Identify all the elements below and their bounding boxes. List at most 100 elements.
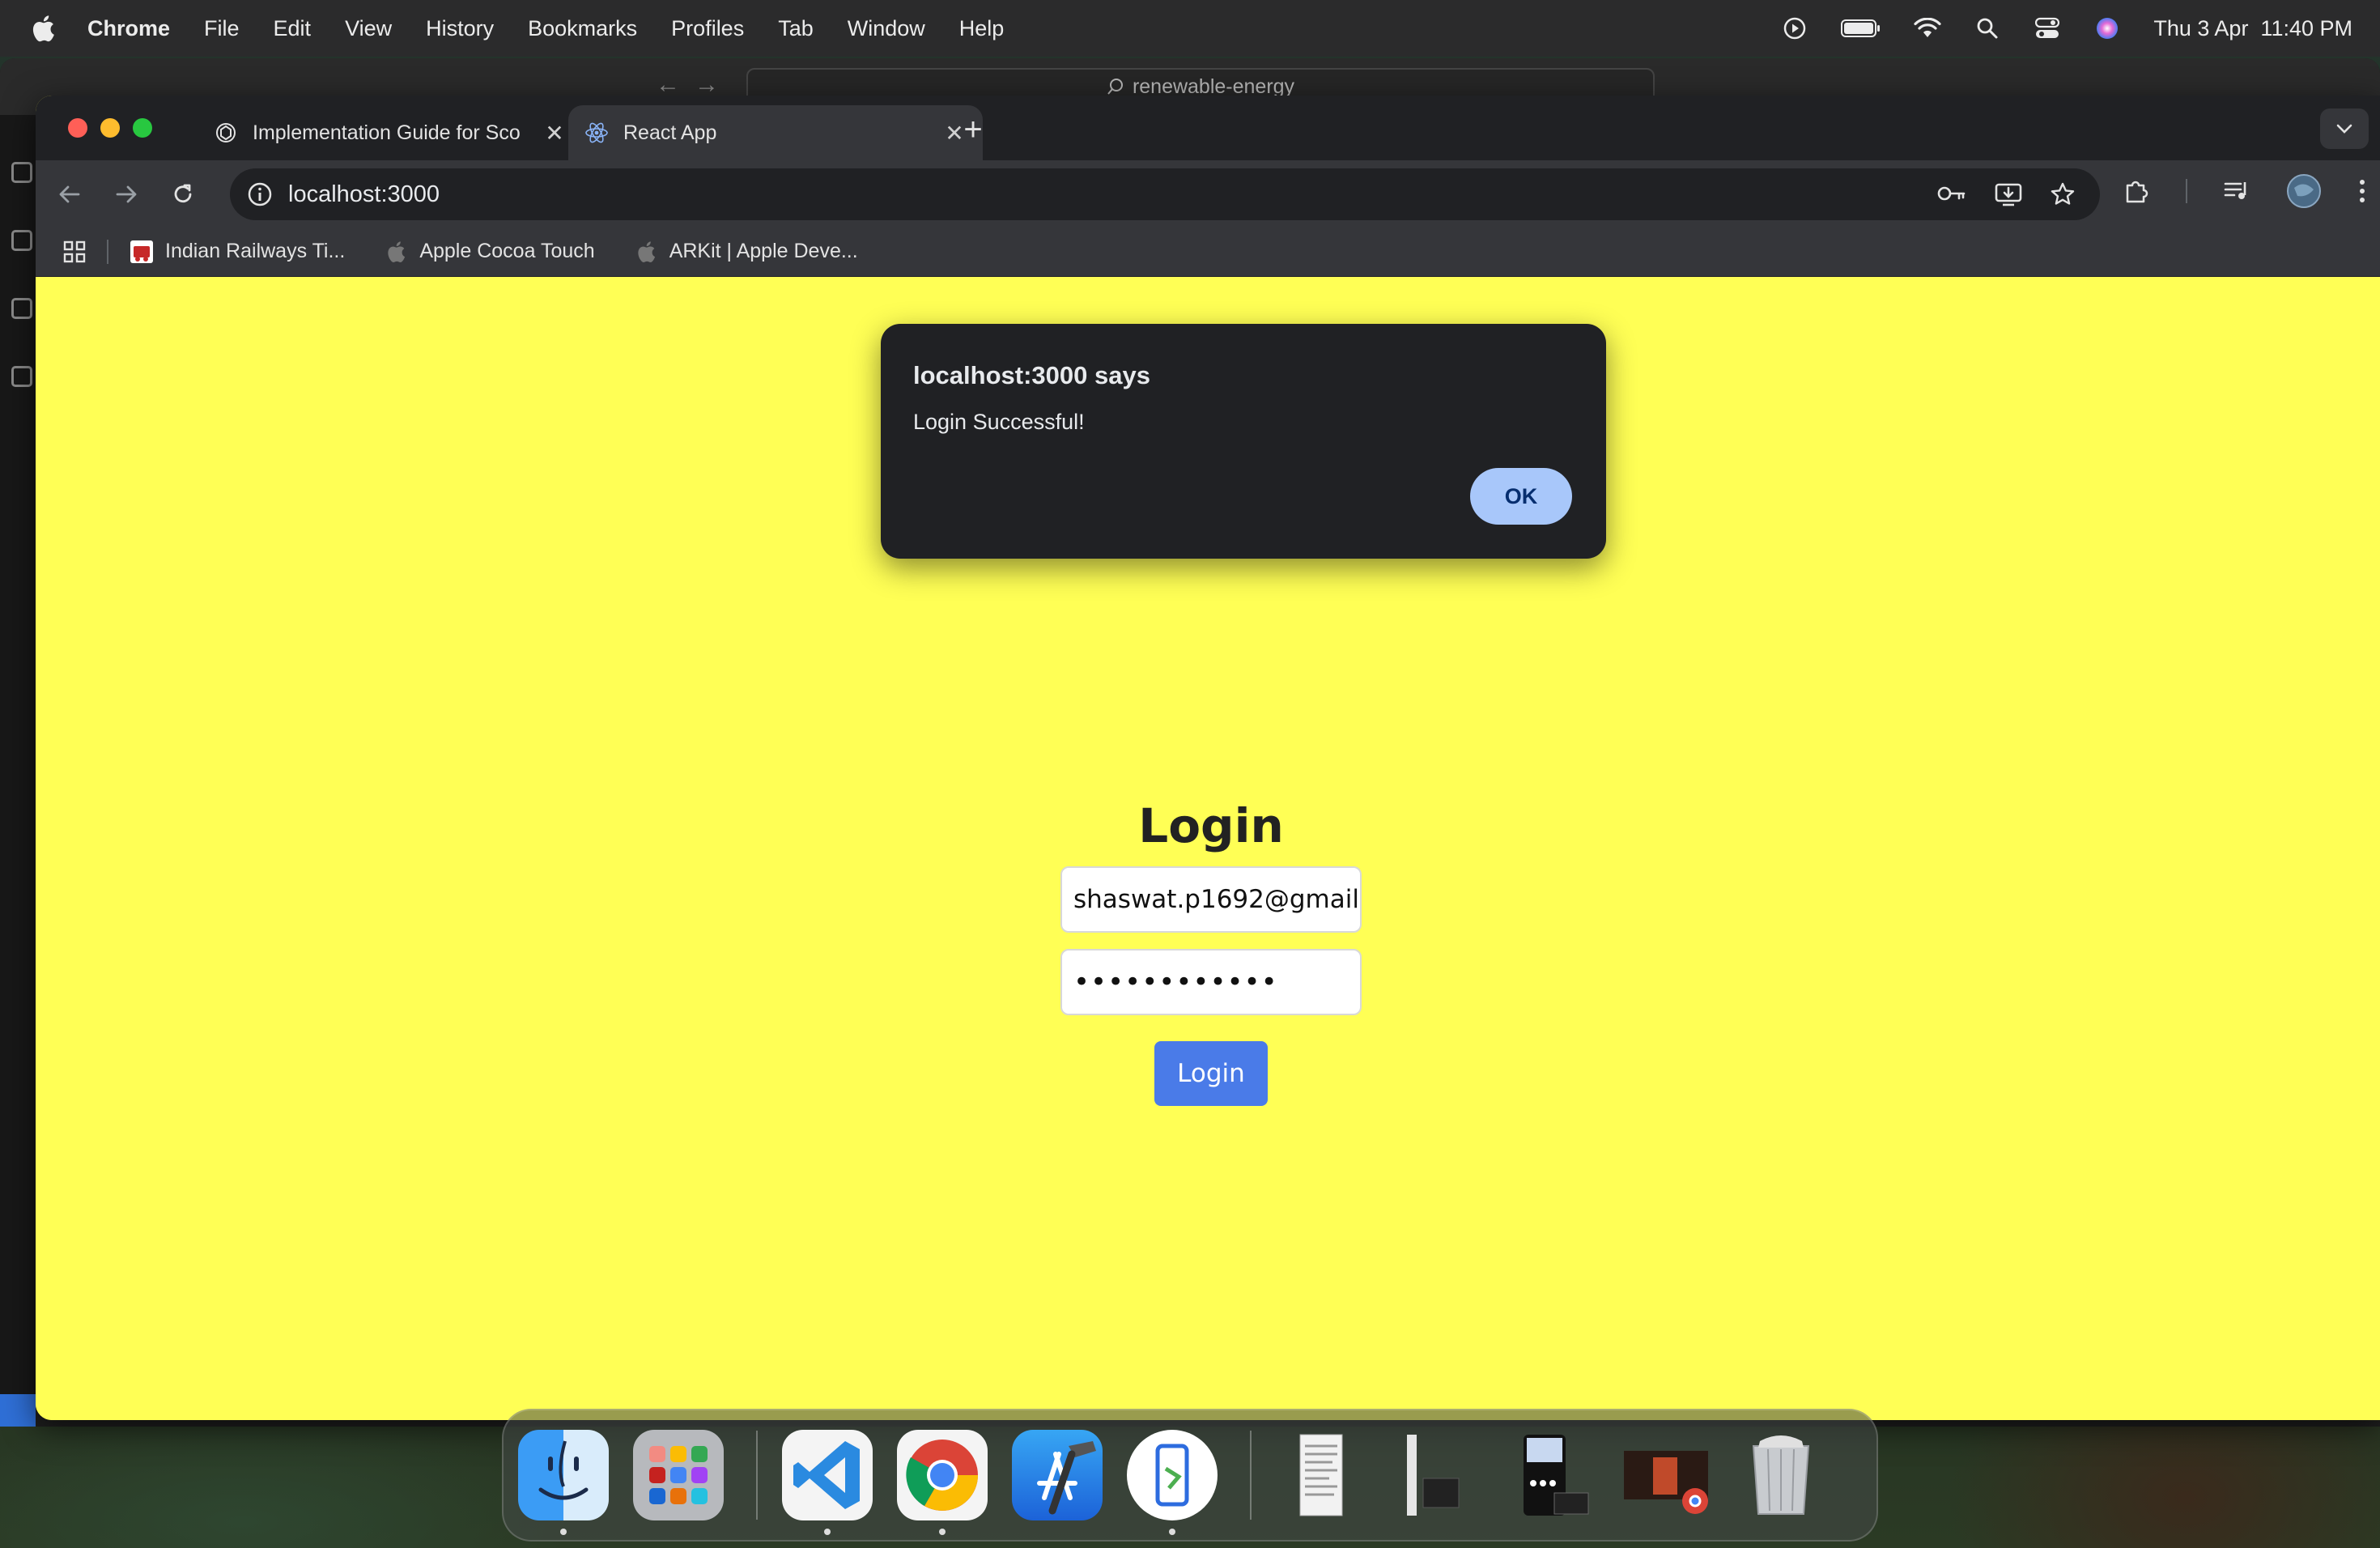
tab-react-app[interactable]: React App ✕ [568,105,983,160]
toolbar-actions [2123,173,2367,209]
menu-bar: Chrome File Edit View History Bookmarks … [0,0,2380,57]
site-info-icon[interactable] [246,181,274,208]
editor-nav-arrows-icon[interactable]: ←→ [656,71,733,99]
media-controls-icon[interactable] [2223,179,2250,203]
search-icon [1107,79,1123,95]
profile-avatar[interactable] [2286,173,2322,209]
react-icon [584,121,609,145]
tab-search-button[interactable] [2320,108,2369,149]
play-status-icon[interactable] [1781,15,1808,42]
window-maximize-button[interactable] [133,118,152,138]
chevron-down-icon [2336,124,2352,134]
extensions-icon[interactable] [11,366,32,387]
reload-button[interactable] [165,176,201,212]
dock-window-thumbnail[interactable] [1391,1430,1481,1520]
browser-toolbar: localhost:3000 [36,160,2380,227]
dock-separator [1250,1431,1252,1520]
alert-title: localhost:3000 says [913,361,1150,389]
back-button[interactable] [52,176,87,212]
apple-menu-icon[interactable] [31,15,63,42]
arrow-right-icon [116,185,137,203]
ok-button[interactable]: OK [1470,468,1572,525]
install-app-icon[interactable] [1995,181,2022,207]
bookmark-label: ARKit | Apple Deve... [669,240,858,262]
dock-vscode-icon[interactable] [782,1430,873,1535]
address-bar[interactable]: localhost:3000 [230,168,2100,220]
dock [502,1409,1878,1542]
dock-chrome-icon[interactable] [897,1430,988,1535]
password-key-icon[interactable] [1936,181,1967,206]
login-button[interactable]: Login [1154,1041,1268,1106]
siri-icon[interactable] [2093,15,2121,42]
control-center-icon[interactable] [2034,15,2061,42]
menu-window[interactable]: Window [848,16,925,41]
menu-edit[interactable]: Edit [274,16,312,41]
running-indicator [939,1529,946,1535]
tab-implementation-guide[interactable]: Implementation Guide for Sco ✕ [198,105,583,160]
extensions-puzzle-icon[interactable] [2123,177,2150,205]
more-options-icon[interactable] [2357,177,2367,205]
bookmark-apple-cocoa-touch[interactable]: Apple Cocoa Touch [384,240,595,264]
bookmark-indian-railways[interactable]: Indian Railways Ti... [130,240,345,264]
window-close-button[interactable] [68,118,87,138]
railways-icon [130,240,154,264]
dock-trash-icon[interactable] [1736,1430,1826,1520]
email-field[interactable]: shaswat.p1692@gmail.c [1060,866,1362,933]
dock-phone-thumbnail[interactable] [1506,1430,1596,1520]
debug-icon[interactable] [11,298,32,319]
menu-view[interactable]: View [345,16,392,41]
menu-help[interactable]: Help [959,16,1005,41]
bookmarks-bar: Indian Railways Ti... Apple Cocoa Touch … [36,227,2380,277]
running-indicator [1169,1529,1175,1535]
tab-close-icon[interactable]: ✕ [542,120,567,147]
remote-indicator[interactable] [0,1394,36,1427]
dock-chrome-window-thumbnail[interactable] [1621,1430,1711,1520]
reload-icon [174,184,192,203]
editor-activity-bar [0,115,36,1427]
bookmarks-divider [107,239,108,264]
toolbar-divider [2186,179,2187,203]
dock-document-thumbnail[interactable] [1276,1430,1366,1520]
dock-xcode-icon[interactable] [1012,1430,1103,1520]
apple-icon [634,240,658,264]
menu-tab[interactable]: Tab [778,16,814,41]
menu-app-name[interactable]: Chrome [87,16,170,41]
explorer-icon[interactable] [11,162,32,183]
password-field[interactable]: •••••••••••• [1060,949,1362,1015]
alert-message: Login Successful! [913,410,1085,434]
chrome-window: Implementation Guide for Sco ✕ React App… [36,96,2380,1420]
openai-icon [214,121,238,145]
url-text[interactable]: localhost:3000 [288,181,440,208]
dock-finder-icon[interactable] [518,1430,609,1535]
running-indicator [560,1529,567,1535]
running-indicator [824,1529,831,1535]
arrow-left-icon [59,185,80,203]
tab-title: React App [623,121,717,144]
menu-bookmarks[interactable]: Bookmarks [528,16,637,41]
login-form: Login shaswat.p1692@gmail.c ••••••••••••… [1057,793,1365,1106]
menu-file[interactable]: File [204,16,240,41]
forward-button[interactable] [108,176,144,212]
new-tab-button[interactable]: + [957,113,989,146]
spotlight-search-icon[interactable] [1974,15,2001,42]
source-control-icon[interactable] [11,230,32,251]
bookmark-label: Apple Cocoa Touch [419,240,595,262]
apple-icon [384,240,408,264]
menu-history[interactable]: History [426,16,494,41]
page-title: Login [1138,798,1284,853]
alert-dialog: localhost:3000 says Login Successful! OK [881,324,1606,559]
menubar-clock[interactable]: Thu 3 Apr 11:40 PM [2153,16,2352,41]
menu-profiles[interactable]: Profiles [671,16,744,41]
bookmark-star-icon[interactable] [2050,181,2076,207]
dock-separator [756,1431,758,1520]
wifi-icon[interactable] [1914,15,1941,42]
apps-grid-icon[interactable] [60,237,89,266]
dock-simulator-icon[interactable] [1127,1430,1218,1535]
tab-strip: Implementation Guide for Sco ✕ React App… [36,96,2380,160]
tab-title: Implementation Guide for Sco [253,121,521,144]
bookmark-label: Indian Railways Ti... [165,240,346,262]
bookmark-arkit[interactable]: ARKit | Apple Deve... [634,240,858,264]
dock-launchpad-icon[interactable] [633,1430,724,1520]
window-minimize-button[interactable] [100,118,120,138]
battery-icon[interactable] [1841,15,1881,42]
